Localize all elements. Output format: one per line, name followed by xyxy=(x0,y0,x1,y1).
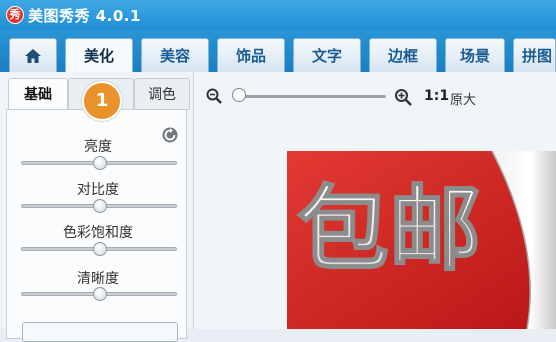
sharpness-slider[interactable] xyxy=(21,287,177,301)
zoom-out-icon[interactable] xyxy=(206,88,222,104)
contrast-slider-thumb[interactable] xyxy=(93,199,107,213)
sharpness-slider-thumb[interactable] xyxy=(93,287,107,301)
subtab-color[interactable]: 调色 xyxy=(134,78,190,110)
main-tab-bar: 美化 美容 饰品 文字 边框 场景 拼图 xyxy=(0,30,556,72)
step-badge: 1 xyxy=(82,81,122,121)
saturation-label: 色彩饱和度 xyxy=(63,225,133,241)
saturation-slider[interactable] xyxy=(21,242,177,256)
contrast-slider[interactable] xyxy=(21,199,177,213)
photo-image: 包邮 xyxy=(287,151,556,329)
tab-scenes[interactable]: 场景 xyxy=(445,38,505,72)
tab-frames[interactable]: 边框 xyxy=(369,38,437,72)
tab-accessories[interactable]: 饰品 xyxy=(217,38,285,72)
tab-face[interactable]: 美容 xyxy=(141,38,209,72)
saturation-slider-thumb[interactable] xyxy=(93,242,107,256)
home-tab[interactable] xyxy=(9,38,57,72)
photo-canvas[interactable]: 包邮 xyxy=(287,151,556,329)
original-size-button[interactable]: 原大 xyxy=(450,89,476,108)
subtab-basic[interactable]: 基础 xyxy=(8,78,68,110)
preset-box[interactable] xyxy=(22,322,178,342)
brightness-slider-thumb[interactable] xyxy=(93,156,107,170)
tab-beautify[interactable]: 美化 xyxy=(65,38,133,72)
brightness-label: 亮度 xyxy=(84,139,112,155)
zoom-in-icon[interactable] xyxy=(394,88,412,106)
zoom-slider[interactable] xyxy=(234,95,386,98)
photo-text: 包邮 xyxy=(297,176,481,283)
home-icon xyxy=(25,48,41,63)
title-bar: 秀 美图秀秀 4.0.1 xyxy=(0,0,556,30)
app-logo: 秀 xyxy=(6,6,24,24)
zoom-bar: 1:1 原大 xyxy=(194,84,556,112)
contrast-label: 对比度 xyxy=(77,182,119,198)
sharpness-label: 清晰度 xyxy=(77,271,119,287)
app-title: 美图秀秀 4.0.1 xyxy=(28,7,141,25)
zoom-slider-thumb[interactable] xyxy=(232,88,246,102)
brightness-slider[interactable] xyxy=(21,156,177,170)
tab-text[interactable]: 文字 xyxy=(293,38,361,72)
tab-collage[interactable]: 拼图 xyxy=(513,38,556,72)
actual-size-button[interactable]: 1:1 xyxy=(424,88,449,104)
